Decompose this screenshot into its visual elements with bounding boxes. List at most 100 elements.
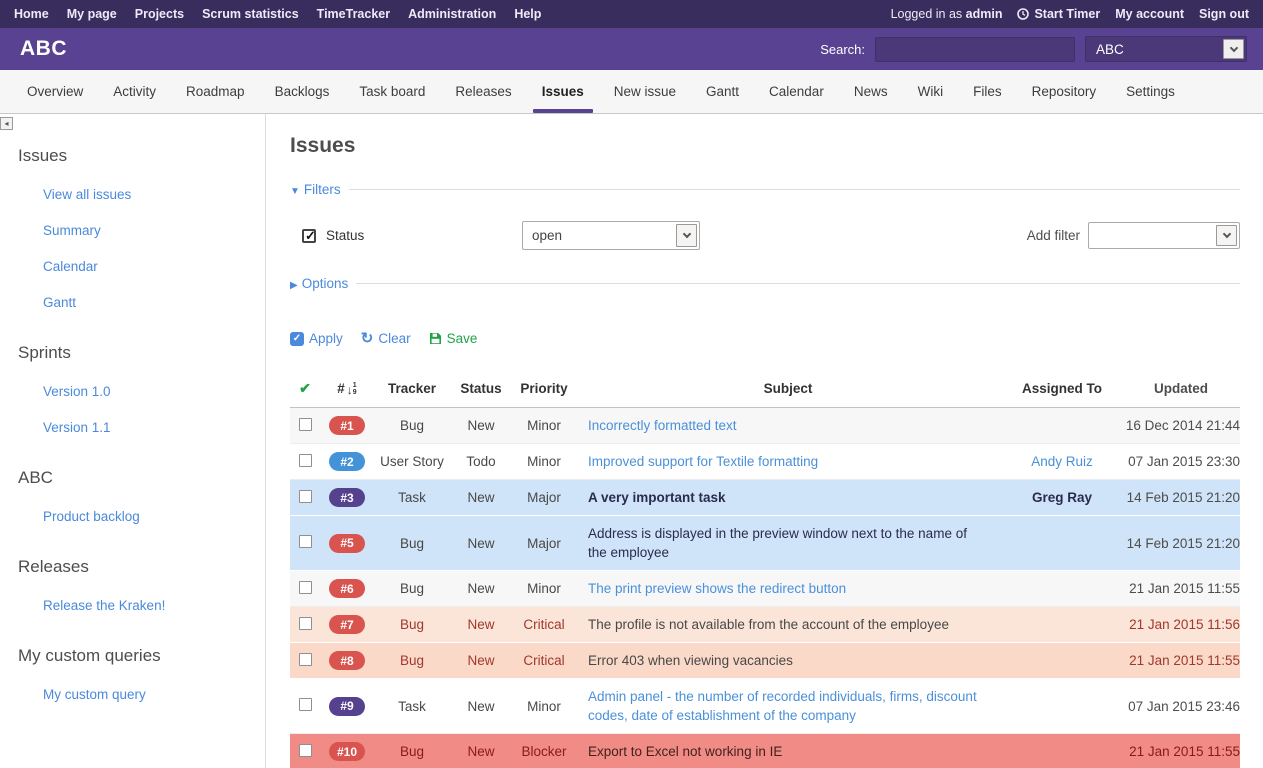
tab-releases[interactable]: Releases [440, 70, 526, 113]
tab-settings[interactable]: Settings [1111, 70, 1190, 113]
topbar-link-my-page[interactable]: My page [67, 7, 117, 21]
issue-row-7: #7BugNewCriticalThe profile is not avail… [290, 607, 1240, 643]
row-select-checkbox[interactable] [299, 418, 312, 431]
topbar-link-scrum-statistics[interactable]: Scrum statistics [202, 7, 299, 21]
tab-roadmap[interactable]: Roadmap [171, 70, 260, 113]
column-header-assigned[interactable]: Assigned To [1002, 373, 1122, 408]
row-select-checkbox[interactable] [299, 617, 312, 630]
triangle-down-icon: ▼ [290, 186, 300, 197]
column-header-priority[interactable]: Priority [512, 373, 576, 408]
issue-subject-link[interactable]: Incorrectly formatted text [588, 418, 737, 433]
apply-button[interactable]: ✓ Apply [290, 331, 343, 346]
tab-activity[interactable]: Activity [98, 70, 171, 113]
sidebar-collapse-icon[interactable]: ◂ [0, 117, 13, 130]
tab-wiki[interactable]: Wiki [903, 70, 959, 113]
issue-subject-link[interactable]: Error 403 when viewing vacancies [588, 653, 793, 668]
assignee-link[interactable]: Greg Ray [1032, 490, 1092, 505]
sidebar-item-product-backlog[interactable]: Product backlog [43, 509, 265, 524]
sidebar-item-view-all-issues[interactable]: View all issues [43, 187, 265, 202]
sidebar-item-version-1-1[interactable]: Version 1.1 [43, 420, 265, 435]
tab-backlogs[interactable]: Backlogs [260, 70, 345, 113]
topbar-link-timetracker[interactable]: TimeTracker [317, 7, 390, 21]
tab-new-issue[interactable]: New issue [599, 70, 691, 113]
issue-subject-link[interactable]: A very important task [588, 490, 726, 505]
chevron-down-icon [1223, 39, 1244, 59]
column-header-subject[interactable]: Subject [576, 373, 1002, 408]
issue-id-badge[interactable]: #10 [329, 742, 365, 761]
project-tabs: OverviewActivityRoadmapBacklogsTask boar… [0, 70, 1263, 114]
row-select-checkbox[interactable] [299, 454, 312, 467]
issue-subject-link[interactable]: Admin panel - the number of recorded ind… [588, 689, 977, 723]
topbar-link-help[interactable]: Help [514, 7, 541, 21]
sidebar-heading-sprints: Sprints [18, 343, 265, 363]
sidebar-heading-abc: ABC [18, 468, 265, 488]
issue-id-badge[interactable]: #8 [329, 651, 365, 670]
row-select-checkbox[interactable] [299, 653, 312, 666]
priority-cell: Minor [512, 571, 576, 607]
clear-button[interactable]: ↻ Clear [361, 331, 411, 346]
tab-overview[interactable]: Overview [12, 70, 98, 113]
priority-cell: Minor [512, 444, 576, 480]
column-header-tracker[interactable]: Tracker [374, 373, 450, 408]
sign-out-link[interactable]: Sign out [1199, 7, 1249, 21]
options-toggle[interactable]: ▶Options [290, 276, 348, 291]
tracker-cell: Bug [374, 734, 450, 768]
issue-subject-link[interactable]: Address is displayed in the preview wind… [588, 526, 967, 560]
row-select-checkbox[interactable] [299, 490, 312, 503]
row-select-checkbox[interactable] [299, 535, 312, 548]
top-menu: Home My page Projects Scrum statistics TimeT… [14, 7, 541, 21]
my-account-link[interactable]: My account [1115, 7, 1184, 21]
column-header-status[interactable]: Status [450, 373, 512, 408]
sidebar-item-gantt[interactable]: Gantt [43, 295, 265, 310]
save-button[interactable]: Save [429, 331, 478, 346]
row-select-checkbox[interactable] [299, 698, 312, 711]
assignee-link[interactable]: Andy Ruiz [1031, 454, 1093, 469]
topbar-link-administration[interactable]: Administration [408, 7, 496, 21]
issue-subject-link[interactable]: Export to Excel not working in IE [588, 744, 782, 759]
sidebar-item-summary[interactable]: Summary [43, 223, 265, 238]
select-all-check-icon[interactable]: ✔ [299, 380, 311, 396]
issue-id-badge[interactable]: #1 [329, 416, 365, 435]
status-filter-select[interactable]: open [522, 221, 700, 250]
tab-gantt[interactable]: Gantt [691, 70, 754, 113]
topbar-link-projects[interactable]: Projects [135, 7, 184, 21]
tab-repository[interactable]: Repository [1017, 70, 1112, 113]
issue-id-badge[interactable]: #3 [329, 488, 365, 507]
issue-subject-link[interactable]: The print preview shows the redirect but… [588, 581, 846, 596]
sidebar-item-my-custom-query[interactable]: My custom query [43, 687, 265, 702]
save-floppy-icon [429, 332, 442, 345]
tab-calendar[interactable]: Calendar [754, 70, 839, 113]
topbar-link-home[interactable]: Home [14, 7, 49, 21]
row-select-checkbox[interactable] [299, 581, 312, 594]
add-filter-select[interactable] [1088, 222, 1240, 249]
issue-id-badge[interactable]: #7 [329, 615, 365, 634]
search-input[interactable] [875, 37, 1075, 62]
filters-toggle[interactable]: ▼Filters [290, 182, 341, 197]
issue-subject-link[interactable]: The profile is not available from the ac… [588, 617, 949, 632]
updated-cell: 21 Jan 2015 11:55 [1122, 643, 1240, 679]
sidebar-item-version-1-0[interactable]: Version 1.0 [43, 384, 265, 399]
tab-issues[interactable]: Issues [527, 70, 599, 113]
sidebar-item-release-the-kraken[interactable]: Release the Kraken! [43, 598, 265, 613]
start-timer-link[interactable]: Start Timer [1017, 7, 1100, 21]
issue-subject-link[interactable]: Improved support for Textile formatting [588, 454, 818, 469]
issue-id-badge[interactable]: #9 [329, 697, 365, 716]
status-filter-checkbox[interactable] [302, 229, 316, 243]
tab-news[interactable]: News [839, 70, 903, 113]
row-select-checkbox[interactable] [299, 744, 312, 757]
issue-id-badge[interactable]: #6 [329, 579, 365, 598]
apply-check-icon: ✓ [290, 332, 304, 346]
main-content: Issues ▼Filters Status open Add filter ▶… [266, 114, 1263, 768]
issue-id-badge[interactable]: #2 [329, 452, 365, 471]
tab-files[interactable]: Files [958, 70, 1017, 113]
column-header-id[interactable]: #↓19 [320, 373, 374, 408]
project-selector[interactable]: ABC [1085, 36, 1247, 62]
tab-task-board[interactable]: Task board [344, 70, 440, 113]
sidebar-section-my-custom-queries: My custom queriesMy custom query [0, 646, 265, 702]
refresh-icon: ↻ [361, 332, 374, 346]
column-header-updated[interactable]: Updated [1122, 373, 1240, 408]
tracker-cell: Bug [374, 516, 450, 571]
issue-id-badge[interactable]: #5 [329, 534, 365, 553]
sidebar-item-calendar[interactable]: Calendar [43, 259, 265, 274]
project-selector-value: ABC [1096, 42, 1124, 57]
